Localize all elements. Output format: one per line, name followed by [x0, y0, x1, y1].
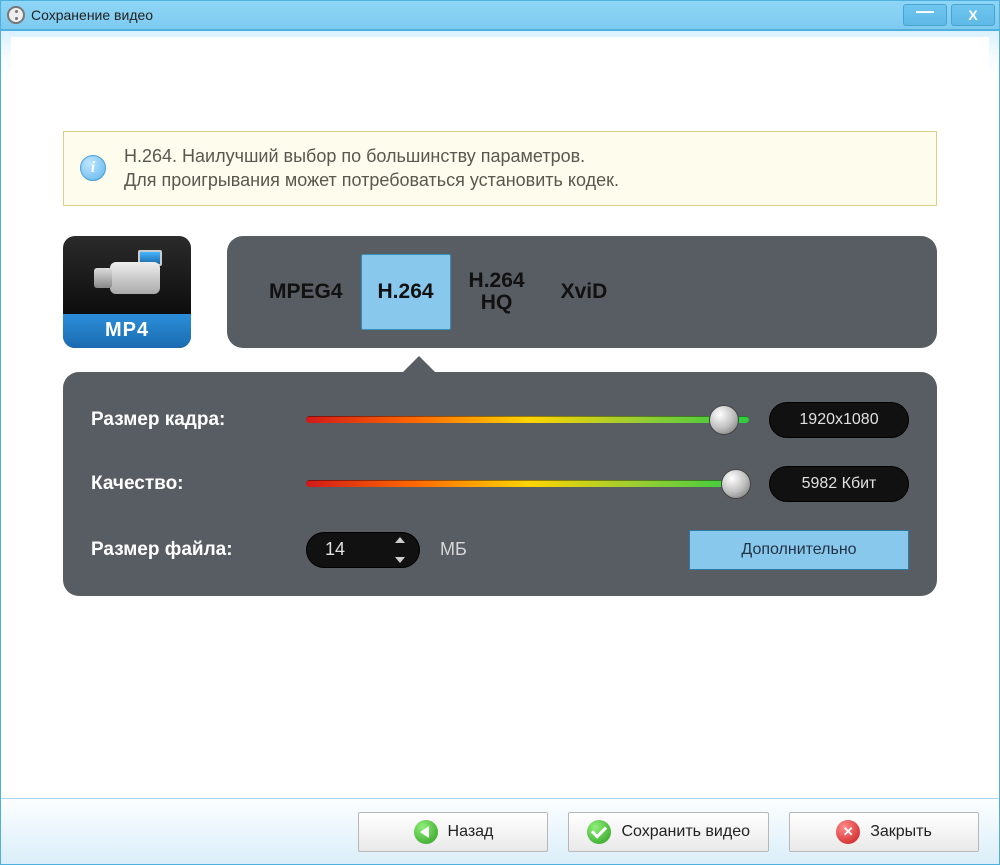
stepper-up-icon[interactable] [395, 537, 405, 543]
info-line-1: H.264. Наилучший выбор по большинству па… [124, 146, 585, 166]
file-size-unit: МБ [440, 539, 467, 560]
check-icon [587, 820, 611, 844]
save-video-button[interactable]: Сохранить видео [568, 812, 769, 852]
frame-size-label: Размер кадра: [91, 409, 286, 431]
file-size-value: 14 [325, 539, 345, 560]
codec-option-h264[interactable]: H.264 [361, 254, 451, 330]
minimize-button[interactable]: — [903, 4, 947, 26]
info-banner: i H.264. Наилучший выбор по большинству … [63, 131, 937, 206]
format-icon[interactable]: MP4 [63, 236, 191, 348]
back-button[interactable]: Назад [358, 812, 548, 852]
close-button[interactable]: Закрыть [789, 812, 979, 852]
settings-panel: Размер кадра: 1920x1080 Качество: 5982 К… [63, 372, 937, 596]
advanced-button[interactable]: Дополнительно [689, 530, 909, 570]
quality-value: 5982 Кбит [769, 466, 909, 502]
format-row: MP4 MPEG4 H.264 H.264 HQ XviD [63, 236, 937, 348]
info-line-2: Для проигрывания может потребоваться уст… [124, 170, 619, 190]
frame-size-row: Размер кадра: 1920x1080 [91, 402, 909, 438]
codec-selector: MPEG4 H.264 H.264 HQ XviD [227, 236, 937, 348]
camcorder-icon [92, 248, 162, 296]
content-area: i H.264. Наилучший выбор по большинству … [11, 37, 989, 794]
window-title: Сохранение видео [31, 7, 153, 23]
slider-thumb[interactable] [721, 469, 751, 499]
file-size-row: Размер файла: 14 МБ Дополнительно [91, 530, 909, 570]
app-icon [7, 6, 25, 24]
file-size-label: Размер файла: [91, 539, 286, 561]
titlebar: Сохранение видео — X [0, 0, 1000, 30]
format-badge: MP4 [63, 314, 191, 348]
quality-label: Качество: [91, 473, 286, 495]
back-arrow-icon [414, 820, 438, 844]
codec-option-mpeg4[interactable]: MPEG4 [251, 254, 361, 330]
close-icon [836, 820, 860, 844]
slider-thumb[interactable] [709, 405, 739, 435]
codec-option-xvid[interactable]: XviD [543, 254, 626, 330]
info-text: H.264. Наилучший выбор по большинству па… [124, 144, 619, 193]
codec-option-h264hq[interactable]: H.264 HQ [451, 254, 543, 330]
back-button-label: Назад [448, 823, 494, 841]
window-close-button[interactable]: X [951, 4, 995, 26]
frame-size-slider[interactable] [306, 408, 749, 432]
quality-row: Качество: 5982 Кбит [91, 466, 909, 502]
frame-size-value: 1920x1080 [769, 402, 909, 438]
info-icon: i [80, 155, 106, 181]
stepper-down-icon[interactable] [395, 557, 405, 563]
close-button-label: Закрыть [870, 823, 932, 841]
quality-slider[interactable] [306, 472, 749, 496]
file-size-stepper[interactable]: 14 [306, 532, 420, 568]
dialog-body: i H.264. Наилучший выбор по большинству … [0, 30, 1000, 865]
save-button-label: Сохранить видео [621, 823, 750, 841]
bottom-bar: Назад Сохранить видео Закрыть [1, 798, 999, 864]
panel-pointer [401, 356, 437, 374]
